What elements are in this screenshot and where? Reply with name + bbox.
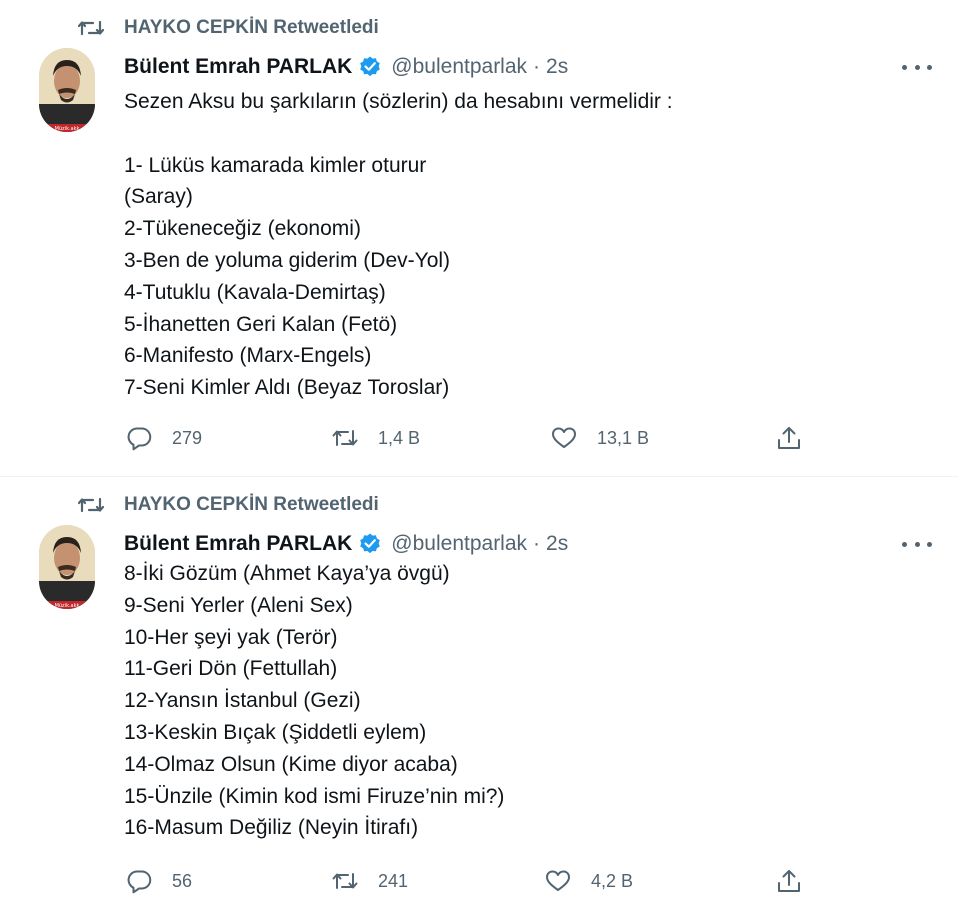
reply-button[interactable]: 56 bbox=[126, 868, 192, 894]
more-icon[interactable] bbox=[902, 55, 932, 79]
tweet-line: 10-Her şeyi yak (Terör) bbox=[124, 625, 338, 649]
tweet-line: 1- Lüküs kamarada kimler oturur bbox=[124, 153, 427, 177]
reply-icon bbox=[127, 870, 152, 894]
avatar-caption: Müzik.akk bbox=[55, 603, 80, 609]
tweet-line: 7-Seni Kimler Aldı (Beyaz Toroslar) bbox=[124, 376, 450, 400]
tweet-line: 6-Manifesto (Marx-Engels) bbox=[124, 344, 372, 368]
tweet-line: 15-Ünzile (Kimin kod ismi Firuze’nin mi?… bbox=[124, 784, 505, 808]
retweet-label[interactable]: HAYKO CEPKİN Retweetledi bbox=[124, 17, 379, 39]
reply-count: 56 bbox=[172, 870, 193, 891]
reply-count: 279 bbox=[172, 427, 203, 448]
tweet-line: 13-Keskin Bıçak (Şiddetli eylem) bbox=[124, 720, 427, 744]
tweet-header: Bülent Emrah PARLAK @bulentparlak · 2s bbox=[124, 529, 568, 559]
reply-button[interactable]: 279 bbox=[126, 425, 202, 451]
retweet-icon bbox=[332, 430, 358, 446]
tweet-line: Sezen Aksu bu şarkıların (sözlerin) da h… bbox=[124, 90, 673, 113]
retweet-icon bbox=[78, 20, 104, 36]
retweet-button[interactable]: 241 bbox=[332, 868, 408, 894]
author-name[interactable]: Bülent Emrah PARLAK bbox=[124, 532, 352, 556]
retweet-icon bbox=[78, 497, 104, 513]
author-handle[interactable]: @bulentparlak bbox=[391, 55, 527, 79]
share-icon bbox=[778, 870, 800, 892]
author-name[interactable]: Bülent Emrah PARLAK bbox=[124, 55, 352, 79]
separator-dot: · bbox=[533, 532, 541, 555]
tweet-header: Bülent Emrah PARLAK @bulentparlak · 2s bbox=[124, 52, 568, 82]
reply-icon bbox=[127, 427, 152, 451]
separator-dot: · bbox=[533, 55, 541, 78]
tweet-line: 16-Masum Değiliz (Neyin İtirafı) bbox=[124, 816, 419, 840]
retweet-context: HAYKO CEPKİN Retweetledi bbox=[78, 493, 379, 517]
tweet[interactable]: HAYKO CEPKİN Retweetledi Müzik.akk Bülen… bbox=[0, 477, 958, 912]
tweet-line: (Saray) bbox=[124, 185, 193, 209]
tweet-line bbox=[124, 118, 673, 150]
verified-badge-icon bbox=[360, 533, 381, 554]
like-icon bbox=[546, 870, 570, 891]
tweet-text: 8-İki Gözüm (Ahmet Kaya’ya övgü) 9-Seni … bbox=[124, 558, 504, 844]
tweet-line: 14-Olmaz Olsun (Kime diyor acaba) bbox=[124, 752, 458, 776]
more-icon[interactable] bbox=[902, 532, 932, 556]
share-icon bbox=[778, 427, 800, 449]
like-icon bbox=[552, 427, 576, 448]
retweet-button[interactable]: 1,4 B bbox=[332, 425, 420, 451]
retweet-context: HAYKO CEPKİN Retweetledi bbox=[78, 16, 379, 40]
tweet-line: 3-Ben de yoluma giderim (Dev-Yol) bbox=[124, 248, 451, 272]
tweet-line: 5-İhanetten Geri Kalan (Fetö) bbox=[124, 312, 398, 336]
like-button[interactable]: 13,1 B bbox=[551, 425, 649, 451]
author-handle[interactable]: @bulentparlak bbox=[391, 532, 527, 556]
share-button[interactable] bbox=[776, 868, 802, 894]
tweet-line: 12-Yansın İstanbul (Gezi) bbox=[124, 689, 361, 713]
timestamp[interactable]: 2s bbox=[546, 532, 568, 556]
tweet-text: Sezen Aksu bu şarkıların (sözlerin) da h… bbox=[124, 86, 673, 404]
action-bar: 56 241 4,2 B bbox=[0, 868, 958, 898]
like-count: 13,1 B bbox=[597, 427, 650, 448]
avatar[interactable]: Müzik.akk bbox=[39, 48, 95, 132]
tweet-line: 4-Tutuklu (Kavala-Demirtaş) bbox=[124, 280, 386, 304]
tweet-line: 9-Seni Yerler (Aleni Sex) bbox=[124, 593, 353, 617]
avatar[interactable]: Müzik.akk bbox=[39, 525, 95, 609]
tweet[interactable]: HAYKO CEPKİN Retweetledi Müzik.akk Bülen… bbox=[0, 0, 958, 477]
retweet-count: 241 bbox=[378, 870, 409, 891]
like-count: 4,2 B bbox=[591, 870, 634, 891]
avatar-caption: Müzik.akk bbox=[55, 126, 80, 132]
tweet-line: 2-Tükeneceğiz (ekonomi) bbox=[124, 217, 361, 241]
tweet-line: 8-İki Gözüm (Ahmet Kaya’ya övgü) bbox=[124, 562, 450, 585]
like-button[interactable]: 4,2 B bbox=[545, 868, 633, 894]
retweet-count: 1,4 B bbox=[378, 427, 421, 448]
tweet-line: 11-Geri Dön (Fettullah) bbox=[124, 657, 338, 681]
retweet-label[interactable]: HAYKO CEPKİN Retweetledi bbox=[124, 494, 379, 516]
timestamp[interactable]: 2s bbox=[546, 55, 568, 79]
verified-badge-icon bbox=[360, 56, 381, 77]
share-button[interactable] bbox=[776, 425, 802, 451]
retweet-icon bbox=[332, 873, 358, 889]
action-bar: 279 1,4 B 13,1 B bbox=[0, 425, 958, 455]
